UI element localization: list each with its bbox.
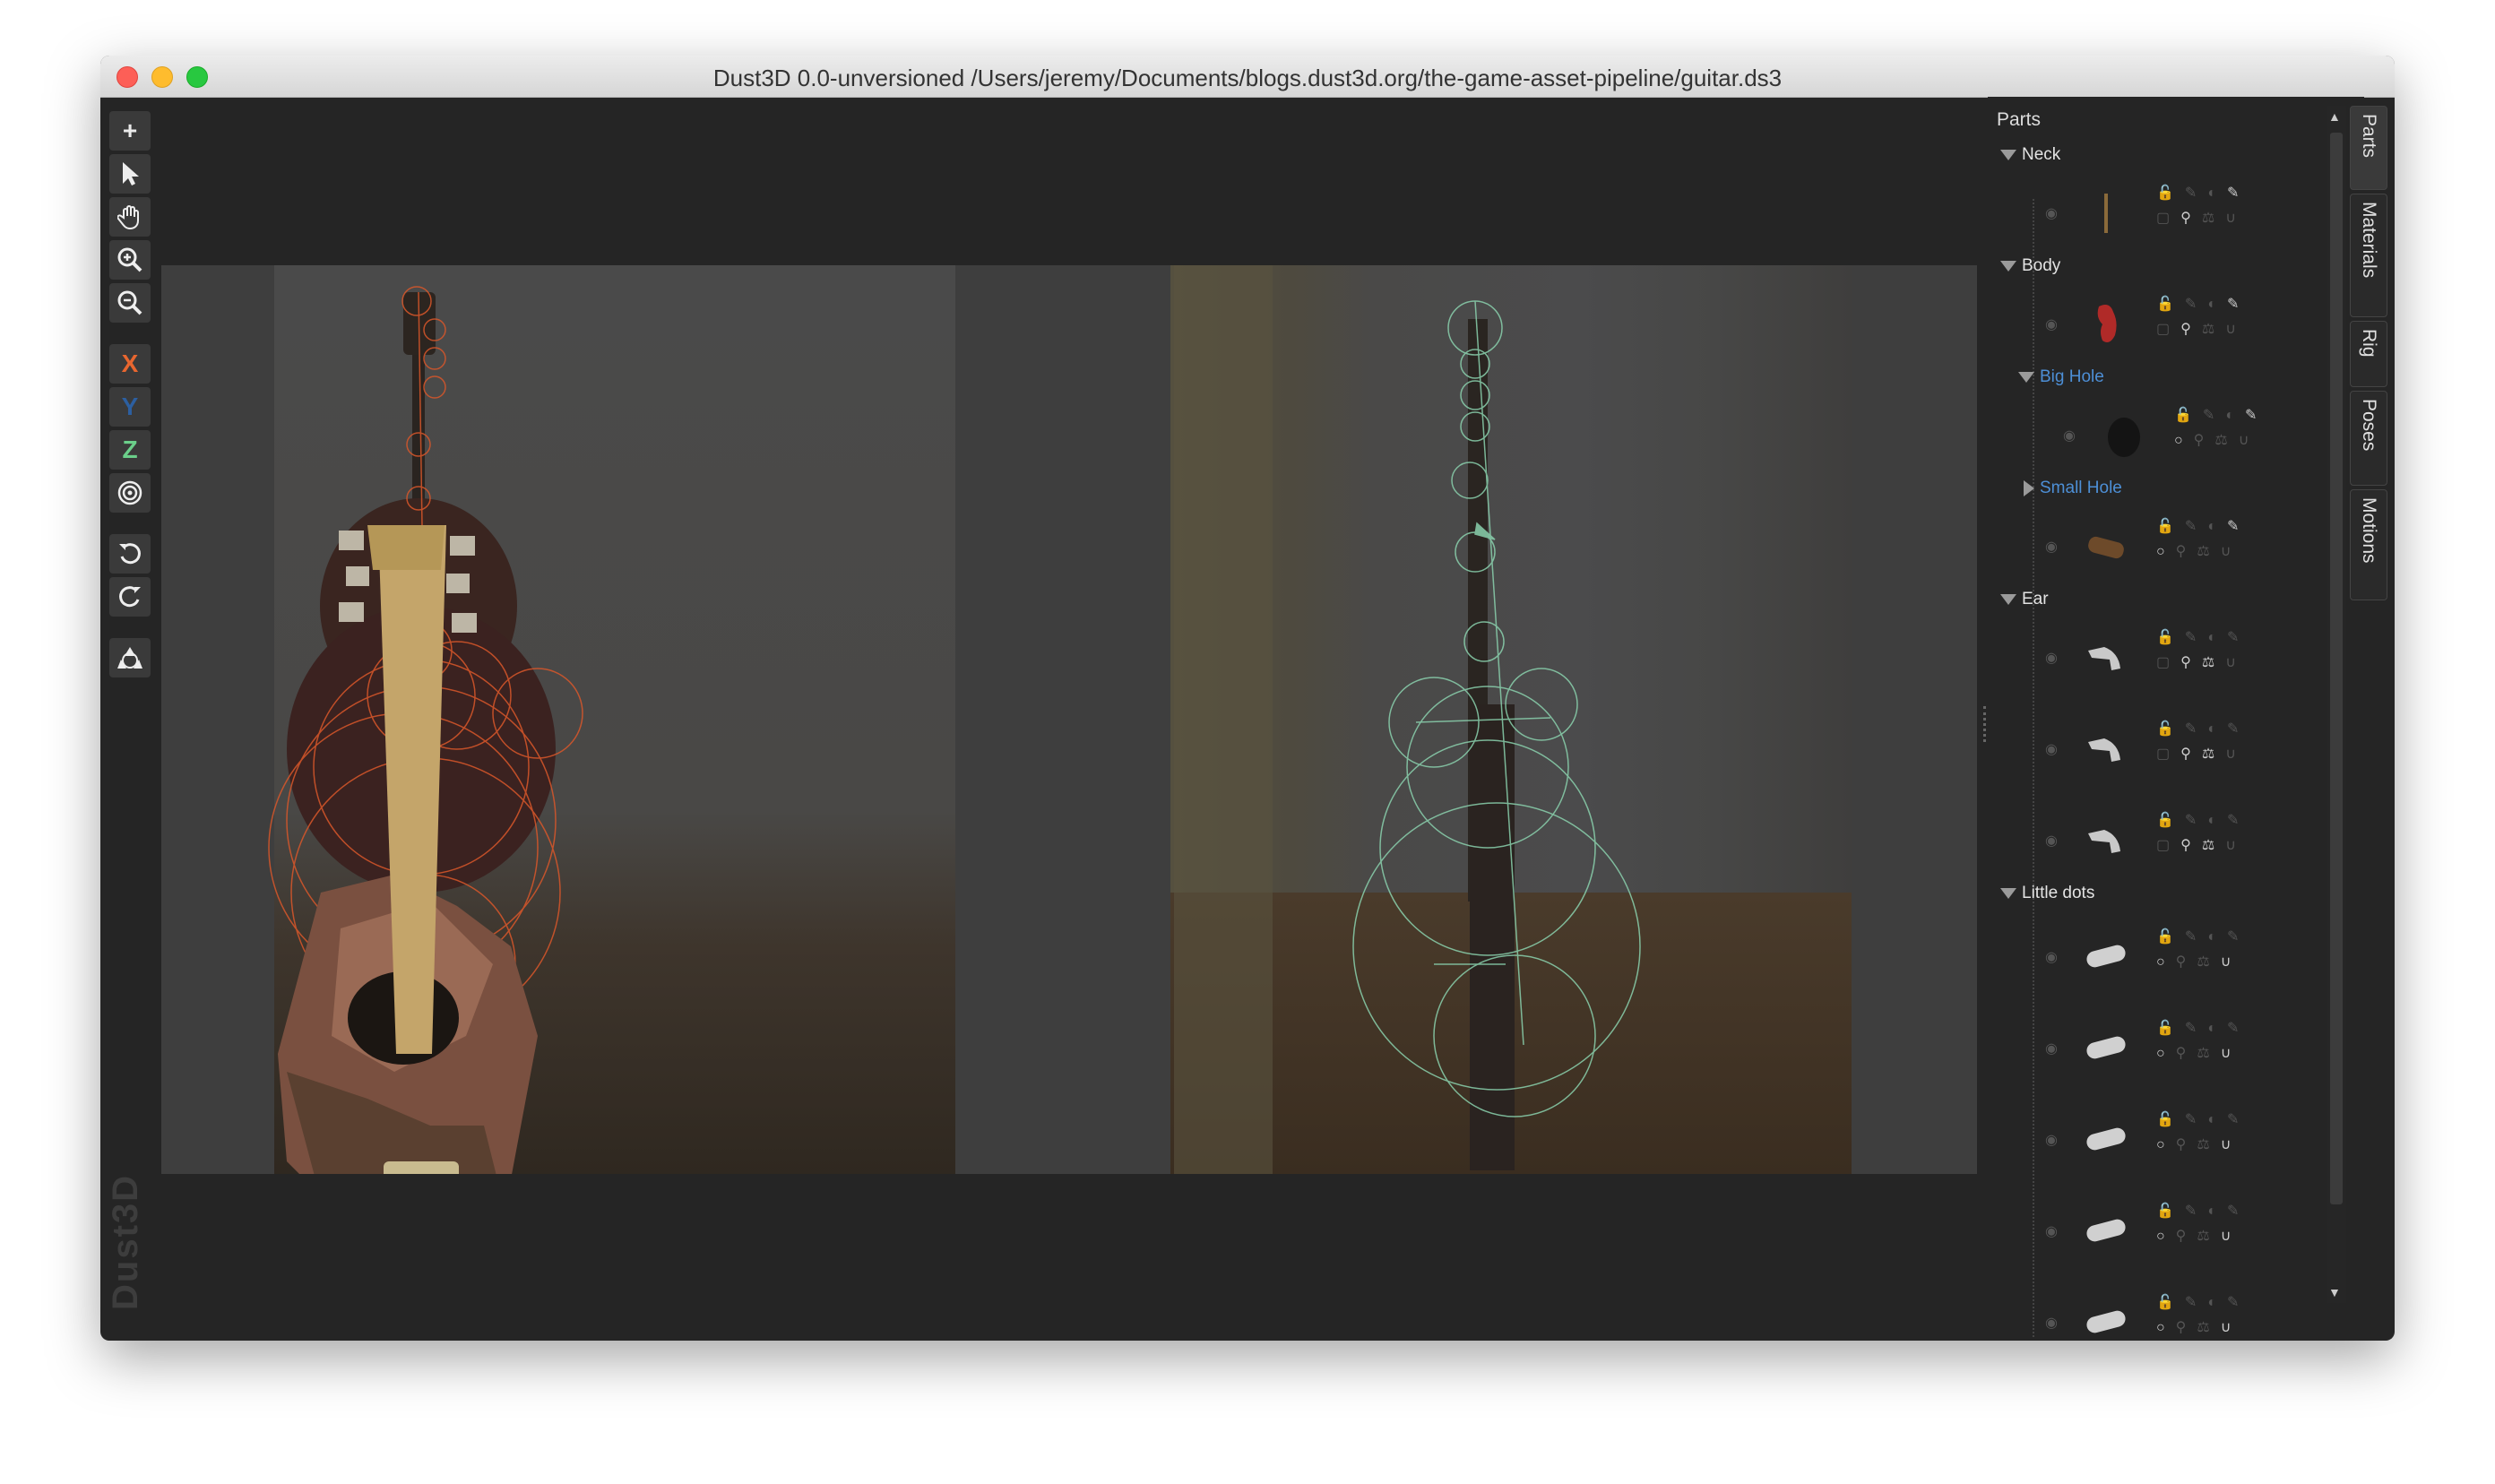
dust3d-watermark: Dust3D — [106, 1173, 145, 1310]
part-row[interactable]: ◉ 🔓✎◐✎ ○⚲⚖∪ — [2045, 1102, 2314, 1183]
visibility-eye-icon[interactable]: ◉ — [2045, 538, 2058, 556]
tab-motions[interactable]: Motions — [2350, 489, 2387, 600]
group-little-dots[interactable]: Little dots — [2000, 884, 2094, 903]
undo-glyph — [119, 543, 141, 565]
group-big-hole[interactable]: Big Hole — [2018, 367, 2104, 387]
part-row[interactable]: ◉ 🔓✎◐✎ ○⚲⚖∪ — [2045, 1285, 2314, 1341]
part-option-icons[interactable]: 🔓✎◐✎ ○⚲⚖∪ — [2156, 1290, 2264, 1341]
expand-triangle-icon[interactable] — [2000, 888, 2016, 899]
part-thumbnail — [2088, 830, 2120, 853]
part-row[interactable]: ◉ 🔓✎◐✎ ▢⚲⚖∪ — [2045, 803, 2314, 884]
expand-triangle-icon[interactable] — [2000, 261, 2016, 272]
part-thumbnail — [2097, 305, 2117, 342]
part-thumbnail — [2086, 1127, 2126, 1151]
visibility-eye-icon[interactable]: ◉ — [2045, 315, 2058, 333]
part-row[interactable]: ◉ 🔓✎◐✎ ○⚲⚖∪ — [2045, 919, 2314, 1000]
visibility-eye-icon[interactable]: ◉ — [2045, 204, 2058, 222]
zoom-in-icon[interactable] — [109, 240, 151, 280]
group-neck[interactable]: Neck — [2000, 145, 2060, 165]
hand-icon[interactable] — [109, 197, 151, 237]
add-button[interactable]: + — [109, 111, 151, 151]
redo-icon[interactable] — [109, 577, 151, 617]
part-row[interactable]: ◉ 🔓✎◐✎ ○⚲⚖∪ — [2063, 398, 2323, 479]
recycle-glyph — [117, 647, 142, 669]
zoom-out-icon[interactable] — [109, 283, 151, 323]
recycle-icon[interactable] — [109, 638, 151, 677]
scroll-up-icon[interactable]: ▲ — [2328, 109, 2341, 124]
window-title: Dust3D 0.0-unversioned /Users/jeremy/Doc… — [712, 65, 1783, 91]
app-window: Dust3D 0.0-unversioned /Users/jeremy/Doc… — [100, 56, 2395, 1341]
scroll-down-icon[interactable]: ▼ — [2328, 1285, 2341, 1299]
part-thumbnail — [2086, 1310, 2126, 1333]
radial-target-icon[interactable] — [109, 473, 151, 513]
parts-scrollbar[interactable]: ▲ ▼ — [2327, 106, 2346, 1303]
visibility-eye-icon[interactable]: ◉ — [2045, 948, 2058, 966]
part-row[interactable]: ◉ 🔓✎◐✎ ▢⚲⚖∪ — [2045, 712, 2314, 792]
part-thumbnail — [2088, 647, 2120, 670]
scrollbar-thumb[interactable] — [2330, 133, 2343, 1204]
expand-triangle-icon[interactable] — [2000, 150, 2016, 160]
hand-glyph — [117, 205, 139, 230]
viewport-overlay — [268, 265, 1641, 1174]
part-option-icons[interactable]: 🔓✎◐✎ ○⚲⚖∪ — [2156, 1016, 2264, 1066]
part-thumbnail — [2108, 418, 2140, 457]
visibility-eye-icon[interactable]: ◉ — [2045, 649, 2058, 667]
visibility-eye-icon[interactable]: ◉ — [2045, 1040, 2058, 1057]
visibility-eye-icon[interactable]: ◉ — [2045, 740, 2058, 758]
radial-glyph — [117, 480, 142, 505]
part-row[interactable]: ◉ 🔓✎◐✎ ▢⚲⚖∪ — [2045, 176, 2314, 256]
part-thumbnail — [2086, 1036, 2126, 1059]
part-option-icons[interactable]: 🔓✎◐✎ ▢⚲⚖∪ — [2156, 626, 2264, 676]
part-thumbnail — [2088, 536, 2124, 559]
tab-parts[interactable]: Parts — [2350, 106, 2387, 190]
visibility-eye-icon[interactable]: ◉ — [2045, 1314, 2058, 1332]
part-row[interactable]: ◉ 🔓✎◐✎ ○⚲⚖∪ — [2045, 1011, 2314, 1091]
y-axis-button[interactable]: Y — [109, 387, 151, 427]
undo-icon[interactable] — [109, 534, 151, 574]
part-thumbnail — [2088, 738, 2120, 762]
part-option-icons[interactable]: 🔓✎◐✎ ▢⚲⚖∪ — [2156, 181, 2264, 231]
part-thumbnail — [2086, 945, 2126, 968]
parts-panel-title: Parts — [1997, 109, 2042, 130]
select-arrow-glyph — [123, 162, 139, 186]
model-viewport[interactable] — [161, 265, 1977, 1174]
part-row[interactable]: ◉ 🔓✎◐✎ ▢⚲⚖∪ — [2045, 287, 2314, 367]
title-bar: Dust3D 0.0-unversioned /Users/jeremy/Doc… — [100, 56, 2395, 98]
part-row[interactable]: ◉ 🔓✎◐✎ ○⚲⚖∪ — [2045, 509, 2314, 590]
select-arrow-icon[interactable] — [109, 154, 151, 194]
visibility-eye-icon[interactable]: ◉ — [2063, 427, 2076, 444]
visibility-eye-icon[interactable]: ◉ — [2045, 832, 2058, 850]
part-row[interactable]: ◉ 🔓✎◐✎ ▢⚲⚖∪ — [2045, 620, 2314, 701]
visibility-eye-icon[interactable]: ◉ — [2045, 1131, 2058, 1149]
collapse-triangle-icon[interactable] — [2024, 480, 2034, 496]
expand-triangle-icon[interactable] — [2018, 372, 2034, 383]
zoom-out-glyph — [117, 290, 142, 315]
z-axis-button[interactable]: Z — [109, 430, 151, 470]
tab-rig[interactable]: Rig — [2350, 321, 2387, 387]
zoom-in-glyph — [117, 247, 142, 272]
part-option-icons[interactable]: 🔓✎◐✎ ○⚲⚖∪ — [2156, 925, 2264, 975]
x-axis-button[interactable]: X — [109, 344, 151, 384]
part-option-icons[interactable]: 🔓✎◐✎ ▢⚲⚖∪ — [2156, 717, 2264, 767]
expand-triangle-icon[interactable] — [2000, 594, 2016, 605]
side-reference-guitar — [1174, 265, 1515, 1174]
group-small-hole[interactable]: Small Hole — [2024, 479, 2122, 498]
part-option-icons[interactable]: 🔓✎◐✎ ▢⚲⚖∪ — [2156, 808, 2264, 858]
visibility-eye-icon[interactable]: ◉ — [2045, 1222, 2058, 1240]
part-option-icons[interactable]: 🔓✎◐✎ ○⚲⚖∪ — [2174, 403, 2282, 453]
tab-poses[interactable]: Poses — [2350, 391, 2387, 486]
part-thumbnail — [2104, 194, 2108, 233]
part-row[interactable]: ◉ 🔓✎◐✎ ○⚲⚖∪ — [2045, 1194, 2314, 1274]
group-body[interactable]: Body — [2000, 256, 2060, 276]
part-option-icons[interactable]: 🔓✎◐✎ ○⚲⚖∪ — [2156, 1108, 2264, 1158]
part-option-icons[interactable]: 🔓✎◐✎ ○⚲⚖∪ — [2156, 1199, 2264, 1249]
redo-glyph — [119, 586, 141, 608]
part-option-icons[interactable]: 🔓✎◐✎ ▢⚲⚖∪ — [2156, 292, 2264, 342]
tab-materials[interactable]: Materials — [2350, 194, 2387, 317]
group-ear[interactable]: Ear — [2000, 590, 2049, 609]
part-thumbnail — [2086, 1219, 2126, 1242]
part-option-icons[interactable]: 🔓✎◐✎ ○⚲⚖∪ — [2156, 514, 2264, 565]
